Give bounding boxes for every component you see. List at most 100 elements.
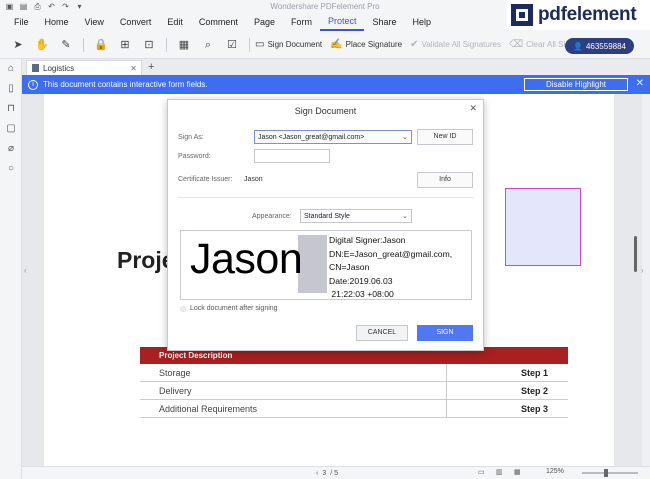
menu-edit[interactable]: Edit (159, 14, 191, 31)
two-page-icon[interactable]: ▦ (514, 468, 521, 476)
sign-document-label: Sign Document (267, 40, 323, 49)
close-banner-icon[interactable]: ✕ (636, 78, 644, 90)
appearance-select[interactable]: Standard Style ⌄ (300, 209, 412, 223)
menu-page[interactable]: Page (246, 14, 283, 31)
collapse-left-panel-icon[interactable]: ‹ (24, 266, 27, 275)
sign-button[interactable]: SIGN (417, 325, 473, 341)
page-total: / 5 (330, 470, 339, 477)
password-field[interactable] (254, 149, 330, 163)
cancel-button[interactable]: CANCEL (356, 325, 408, 341)
menu-view[interactable]: View (77, 14, 112, 31)
password-protect-icon[interactable]: 🔒 (94, 38, 108, 52)
sign-as-select[interactable]: Jason <Jason_great@gmail.com> ⌄ (254, 130, 412, 144)
tab-logistics[interactable]: Logistics ✕ (26, 60, 142, 75)
fit-width-icon[interactable]: ▥ (496, 468, 503, 476)
page-heading: Proje (117, 247, 175, 273)
validate-all-label: Validate All Signatures (421, 40, 501, 49)
zoom-slider-handle[interactable] (604, 469, 608, 477)
menu-file[interactable]: File (6, 14, 37, 31)
new-tab-icon[interactable]: + (148, 60, 154, 75)
table-row: Storage Step 1 (140, 364, 568, 382)
menu-home[interactable]: Home (37, 14, 77, 31)
menu-protect[interactable]: Protect (319, 14, 365, 31)
zoom-level[interactable]: 125% (546, 468, 564, 475)
current-page[interactable]: 3 (322, 470, 326, 477)
menu-comment[interactable]: Comment (191, 14, 246, 31)
validate-icon: ✔ (410, 39, 419, 50)
close-dialog-icon[interactable]: ✕ (469, 103, 477, 114)
redact-icon[interactable]: ▦ (177, 38, 191, 52)
sign-as-value: Jason <Jason_great@gmail.com> (258, 134, 365, 141)
appearance-value: Standard Style (304, 213, 350, 220)
info-button[interactable]: Info (417, 172, 473, 188)
info-icon: i (28, 79, 38, 90)
toolbar-divider (166, 37, 167, 52)
toolbar-divider (249, 37, 250, 52)
place-signature-button[interactable]: ✍ Place Signature (330, 39, 402, 50)
collapse-right-panel-icon[interactable]: › (641, 266, 644, 275)
checkbox-icon[interactable] (180, 305, 186, 312)
apply-redaction-icon[interactable]: ☑ (225, 38, 239, 52)
new-id-button[interactable]: New ID (417, 129, 473, 145)
sign-document-dialog: Sign Document ✕ Sign As: Jason <Jason_gr… (167, 99, 484, 351)
thumbnails-icon[interactable]: ▯ (0, 79, 22, 99)
dialog-title: Sign Document (294, 106, 357, 116)
vertical-scrollbar[interactable] (634, 236, 637, 272)
row-step: Step 2 (520, 386, 548, 396)
brand-logo: pdfelement (507, 0, 650, 30)
status-bar: ‹ 3 / 5 ▭ ▥ ▦ 125% (22, 466, 650, 479)
menu-convert[interactable]: Convert (112, 14, 160, 31)
tab-label: Logistics (43, 63, 75, 73)
bookmark-icon[interactable]: ⊓ (0, 99, 22, 119)
comments-icon[interactable]: ▢ (0, 119, 22, 139)
menu-help[interactable]: Help (405, 14, 440, 31)
lock-document-checkbox[interactable]: Lock document after signing (180, 305, 278, 312)
select-cursor-icon[interactable]: ➤ (11, 38, 25, 52)
tab-bar: Logistics ✕ + (22, 59, 650, 75)
zoom-slider[interactable] (582, 469, 638, 477)
page-prev-icon[interactable]: ‹ (316, 470, 318, 477)
appearance-label: Appearance: (252, 213, 292, 220)
user-account-button[interactable]: 👤 463559884 (565, 38, 634, 54)
validate-all-signatures-button[interactable]: ✔ Validate All Signatures (410, 39, 501, 50)
sign-as-label: Sign As: (178, 134, 204, 141)
user-icon: 👤 (572, 41, 583, 51)
page-navigator[interactable]: ‹ 3 / 5 (316, 468, 358, 479)
hand-tool-icon[interactable]: ✋ (35, 38, 49, 52)
signature-preview: Jason Digital Signer:Jason DN:E=Jason_gr… (180, 230, 472, 300)
clear-icon: ⌫ (508, 39, 524, 50)
certificate-issuer-value: Jason (244, 176, 263, 183)
row-name: Additional Requirements (140, 400, 447, 417)
home-icon[interactable]: ⌂ (0, 59, 22, 79)
form-fields-banner: i This document contains interactive for… (22, 75, 650, 94)
search-icon[interactable]: ○ (0, 159, 22, 179)
lock-document-label: Lock document after signing (190, 305, 278, 312)
edit-icon[interactable]: ✎ (59, 38, 73, 52)
toolbar-divider (83, 37, 84, 52)
row-step: Step 1 (520, 368, 548, 378)
close-tab-icon[interactable]: ✕ (130, 64, 137, 73)
encrypt-icon[interactable]: ⊡ (142, 38, 156, 52)
sign-document-icon: ▭ (255, 39, 265, 50)
toolbar: ➤ ✋ ✎ 🔒 ⊞ ⊡ ▦ ⌕ ☑ ▭ Sign Document ✍ Plac… (0, 31, 650, 59)
search-redact-icon[interactable]: ⌕ (201, 38, 215, 52)
signature-field[interactable] (505, 188, 581, 266)
row-name: Storage (140, 364, 447, 381)
menu-share[interactable]: Share (364, 14, 404, 31)
project-table: Project Description Storage Step 1 Deliv… (140, 347, 568, 418)
preview-image-block (298, 235, 327, 293)
attachment-icon[interactable]: ⌀ (0, 139, 22, 159)
permission-icon[interactable]: ⊞ (118, 38, 132, 52)
place-signature-label: Place Signature (345, 40, 403, 49)
divider (178, 197, 474, 198)
sign-document-button[interactable]: ▭ Sign Document (255, 39, 322, 50)
certificate-issuer-label: Certificate Issuer: (178, 176, 233, 183)
pdfelement-logo-icon (511, 4, 533, 26)
fit-page-icon[interactable]: ▭ (478, 468, 485, 476)
menu-form[interactable]: Form (283, 14, 320, 31)
document-icon (32, 64, 39, 72)
password-label: Password: (178, 153, 211, 160)
disable-highlight-button[interactable]: Disable Highlight (524, 78, 628, 91)
chevron-down-icon: ⌄ (402, 134, 408, 141)
table-row: Additional Requirements Step 3 (140, 400, 568, 418)
